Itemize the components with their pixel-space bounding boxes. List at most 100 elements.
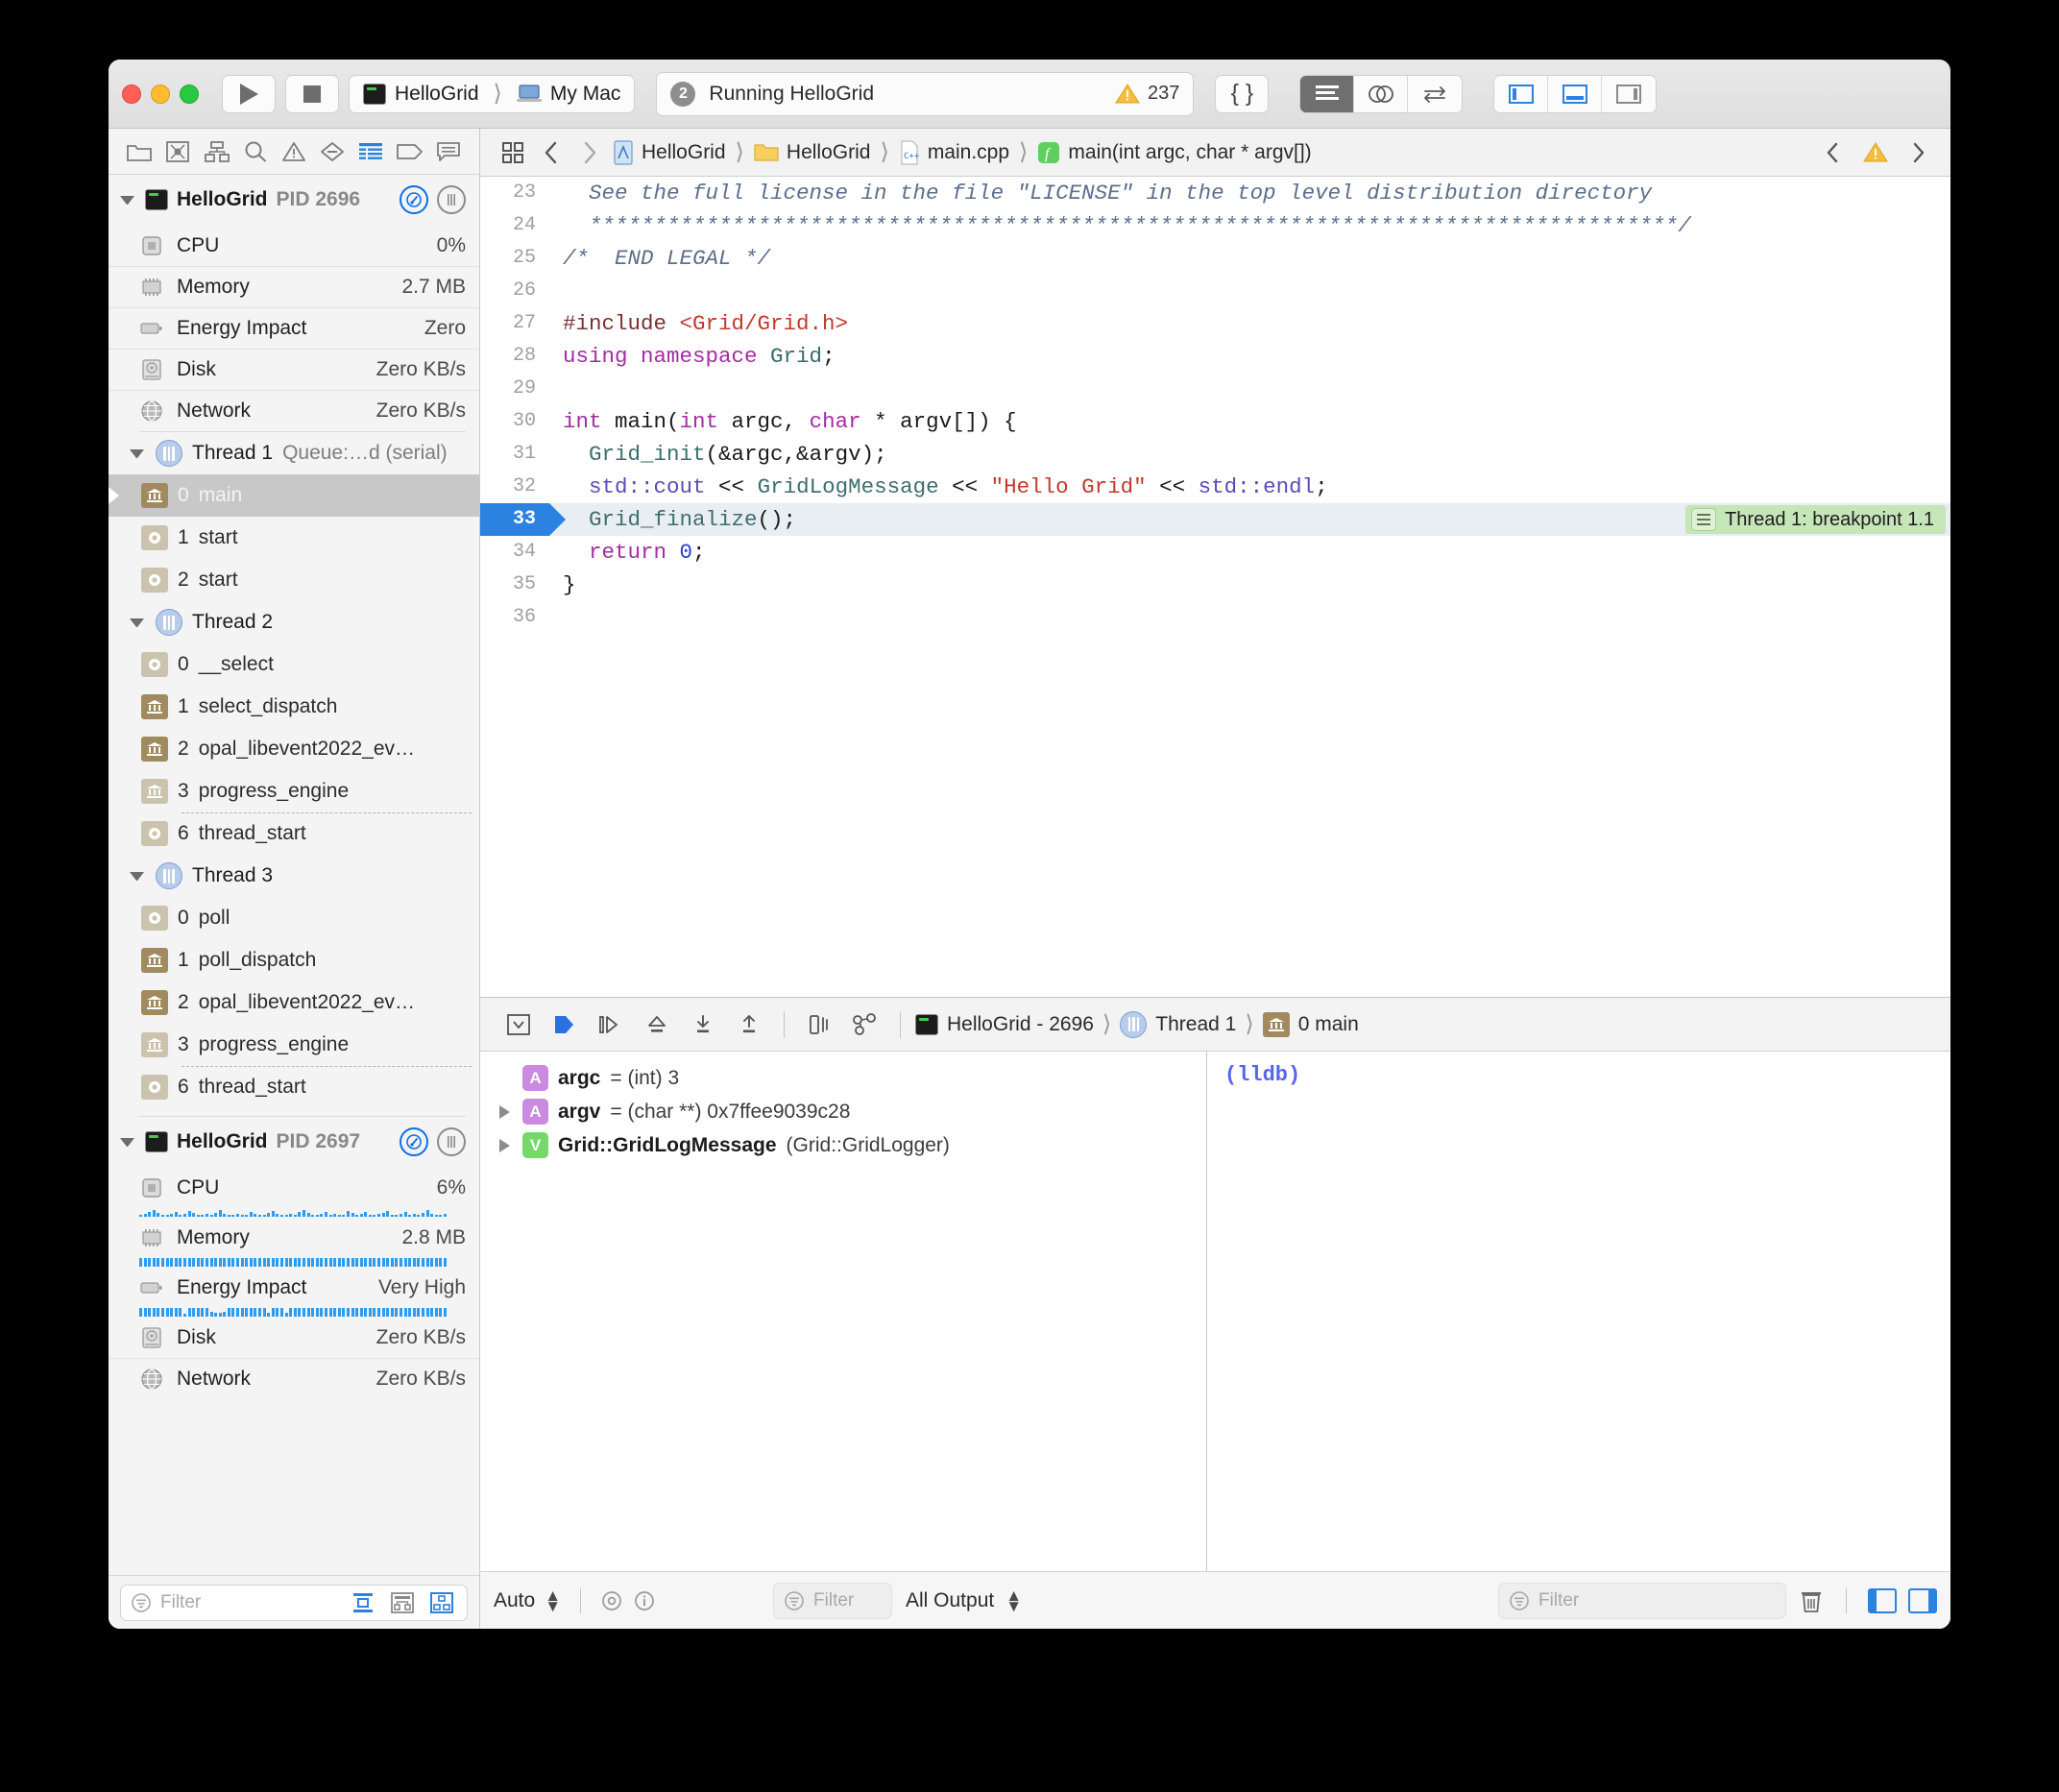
line-number[interactable]: 30 <box>480 405 549 438</box>
watch-variable-button[interactable] <box>600 1589 623 1612</box>
code-line[interactable]: 30int main(int argc, char * argv[]) { <box>480 405 1950 438</box>
back-button[interactable] <box>532 140 570 165</box>
breadcrumb-item-symbol[interactable]: f main(int argc, char * argv[]) <box>1033 141 1315 164</box>
line-number[interactable]: 35 <box>480 569 549 601</box>
toggle-navigator-button[interactable] <box>1494 76 1548 112</box>
breakpoint-navigator-button[interactable] <box>391 133 429 171</box>
line-number[interactable]: 34 <box>480 536 549 569</box>
code-line[interactable]: 32 std::cout << GridLogMessage << "Hello… <box>480 471 1950 503</box>
symbol-navigator-button[interactable] <box>197 133 235 171</box>
show-all-frames-button[interactable] <box>426 1588 457 1617</box>
debug-navigator-content[interactable]: HelloGrid PID 2696 CPU 0% <box>109 175 479 1575</box>
show-only-crashed-button[interactable] <box>348 1588 378 1617</box>
line-number[interactable]: 26 <box>480 275 549 307</box>
process-header[interactable]: HelloGrid PID 2697 <box>109 1117 479 1167</box>
code-line[interactable]: 27#include <Grid/Grid.h> <box>480 307 1950 340</box>
threads-view-button[interactable] <box>437 1127 466 1156</box>
close-button[interactable] <box>122 85 141 104</box>
metric-row[interactable]: Energy Impact Very High <box>109 1267 479 1308</box>
continue-button[interactable] <box>542 1005 588 1045</box>
disclosure-triangle-icon[interactable] <box>120 1138 134 1147</box>
source-code-editor[interactable]: 23 See the full license in the file "LIC… <box>480 177 1950 997</box>
threads-view-button[interactable] <box>437 185 466 214</box>
run-button[interactable] <box>222 75 276 113</box>
activity-status-bar[interactable]: 2 Running HelloGrid 237 <box>656 72 1194 116</box>
line-number[interactable]: 25 <box>480 242 549 275</box>
breadcrumb-item-folder[interactable]: HelloGrid <box>750 141 875 164</box>
metric-row[interactable]: CPU 6% <box>109 1167 479 1208</box>
related-items-button[interactable] <box>494 141 532 164</box>
console-output[interactable]: (lldb) <box>1206 1052 1950 1571</box>
code-line[interactable]: 31 Grid_init(&argc,&argv); <box>480 438 1950 471</box>
forward-button[interactable] <box>570 140 609 165</box>
line-number[interactable]: 27 <box>480 307 549 340</box>
stop-button[interactable] <box>285 75 339 113</box>
show-threads-button[interactable] <box>387 1588 418 1617</box>
code-line[interactable]: 23 See the full license in the file "LIC… <box>480 177 1950 209</box>
code-text[interactable]: Grid_finalize(); <box>549 503 796 536</box>
code-text[interactable]: ****************************************… <box>549 209 1691 242</box>
stepper-icon[interactable]: ▲▼ <box>1005 1590 1022 1611</box>
process-header[interactable]: HelloGrid PID 2696 <box>109 175 479 225</box>
stack-frame-row[interactable]: 1 poll_dispatch <box>109 939 479 981</box>
stack-frame-row[interactable]: 1 select_dispatch <box>109 686 479 728</box>
line-number[interactable]: 33 <box>480 503 549 536</box>
breakpoint-annotation[interactable]: Thread 1: breakpoint 1.1 <box>1685 505 1946 534</box>
test-navigator-button[interactable] <box>313 133 351 171</box>
next-issue-button[interactable] <box>1899 141 1937 164</box>
disclosure-triangle-icon[interactable] <box>130 872 144 881</box>
show-console-view-button[interactable] <box>1908 1588 1937 1613</box>
debug-breadcrumb-process[interactable]: HelloGrid - 2696 <box>912 1013 1097 1036</box>
variable-row[interactable]: Aargv = (char **) 0x7ffee9039c28 <box>480 1095 1206 1128</box>
line-number[interactable]: 28 <box>480 340 549 373</box>
metric-row[interactable]: Energy Impact Zero <box>109 307 479 349</box>
issue-navigator-button[interactable] <box>275 133 313 171</box>
stack-frame-row[interactable]: 0 main <box>109 474 479 517</box>
show-variables-view-button[interactable] <box>1868 1588 1897 1613</box>
code-text[interactable]: std::cout << GridLogMessage << "Hello Gr… <box>549 471 1328 503</box>
project-navigator-button[interactable] <box>120 133 158 171</box>
metric-row[interactable]: CPU 0% <box>109 225 479 266</box>
stack-frame-row[interactable]: 3 progress_engine <box>109 1024 479 1066</box>
variable-row[interactable]: VGrid::GridLogMessage (Grid::GridLogger) <box>480 1128 1206 1162</box>
metric-row[interactable]: Memory 2.8 MB <box>109 1217 479 1258</box>
metric-row[interactable]: Network Zero KB/s <box>109 390 479 431</box>
line-number[interactable]: 36 <box>480 601 549 634</box>
gauges-view-button[interactable] <box>400 185 428 214</box>
minimize-button[interactable] <box>151 85 170 104</box>
find-navigator-button[interactable] <box>236 133 275 171</box>
variable-row[interactable]: Aargc = (int) 3 <box>480 1061 1206 1095</box>
code-text[interactable]: } <box>549 569 576 601</box>
scheme-selector[interactable]: HelloGrid ⟩ My Mac <box>349 75 635 113</box>
stack-frame-row[interactable]: 2 opal_libevent2022_ev… <box>109 981 479 1024</box>
disclosure-triangle-icon[interactable] <box>120 196 134 205</box>
debug-breadcrumb-thread[interactable]: Thread 1 <box>1117 1011 1239 1038</box>
step-down-button[interactable] <box>680 1005 726 1045</box>
stack-frame-row[interactable]: 6 thread_start <box>109 812 479 855</box>
step-over-button[interactable] <box>588 1005 634 1045</box>
output-selector[interactable]: All Output <box>906 1589 994 1612</box>
code-text[interactable]: #include <Grid/Grid.h> <box>549 307 848 340</box>
gauges-view-button[interactable] <box>400 1127 428 1156</box>
report-navigator-button[interactable] <box>429 133 468 171</box>
code-line[interactable]: 29 <box>480 373 1950 405</box>
toggle-debug-area-button[interactable] <box>1548 76 1602 112</box>
code-line[interactable]: 36 <box>480 601 1950 634</box>
code-line[interactable]: 28using namespace Grid; <box>480 340 1950 373</box>
hide-debug-area-button[interactable] <box>496 1005 542 1045</box>
memory-graph-button[interactable] <box>842 1005 888 1045</box>
step-into-button[interactable] <box>634 1005 680 1045</box>
disclosure-triangle-icon[interactable] <box>130 449 144 458</box>
source-control-navigator-button[interactable] <box>158 133 197 171</box>
stepper-icon[interactable]: ▲▼ <box>545 1590 561 1611</box>
zoom-button[interactable] <box>180 85 199 104</box>
code-text[interactable]: return 0; <box>549 536 706 569</box>
scope-selector[interactable]: Auto <box>494 1589 535 1612</box>
variables-view[interactable]: Aargc = (int) 3Aargv = (char **) 0x7ffee… <box>480 1052 1206 1571</box>
code-text[interactable]: using namespace Grid; <box>549 340 836 373</box>
warning-indicator[interactable]: 237 <box>1115 83 1179 105</box>
code-line[interactable]: 35} <box>480 569 1950 601</box>
clear-console-button[interactable] <box>1798 1587 1825 1614</box>
metric-row[interactable]: Disk Zero KB/s <box>109 349 479 390</box>
code-text[interactable]: /* END LEGAL */ <box>549 242 770 275</box>
